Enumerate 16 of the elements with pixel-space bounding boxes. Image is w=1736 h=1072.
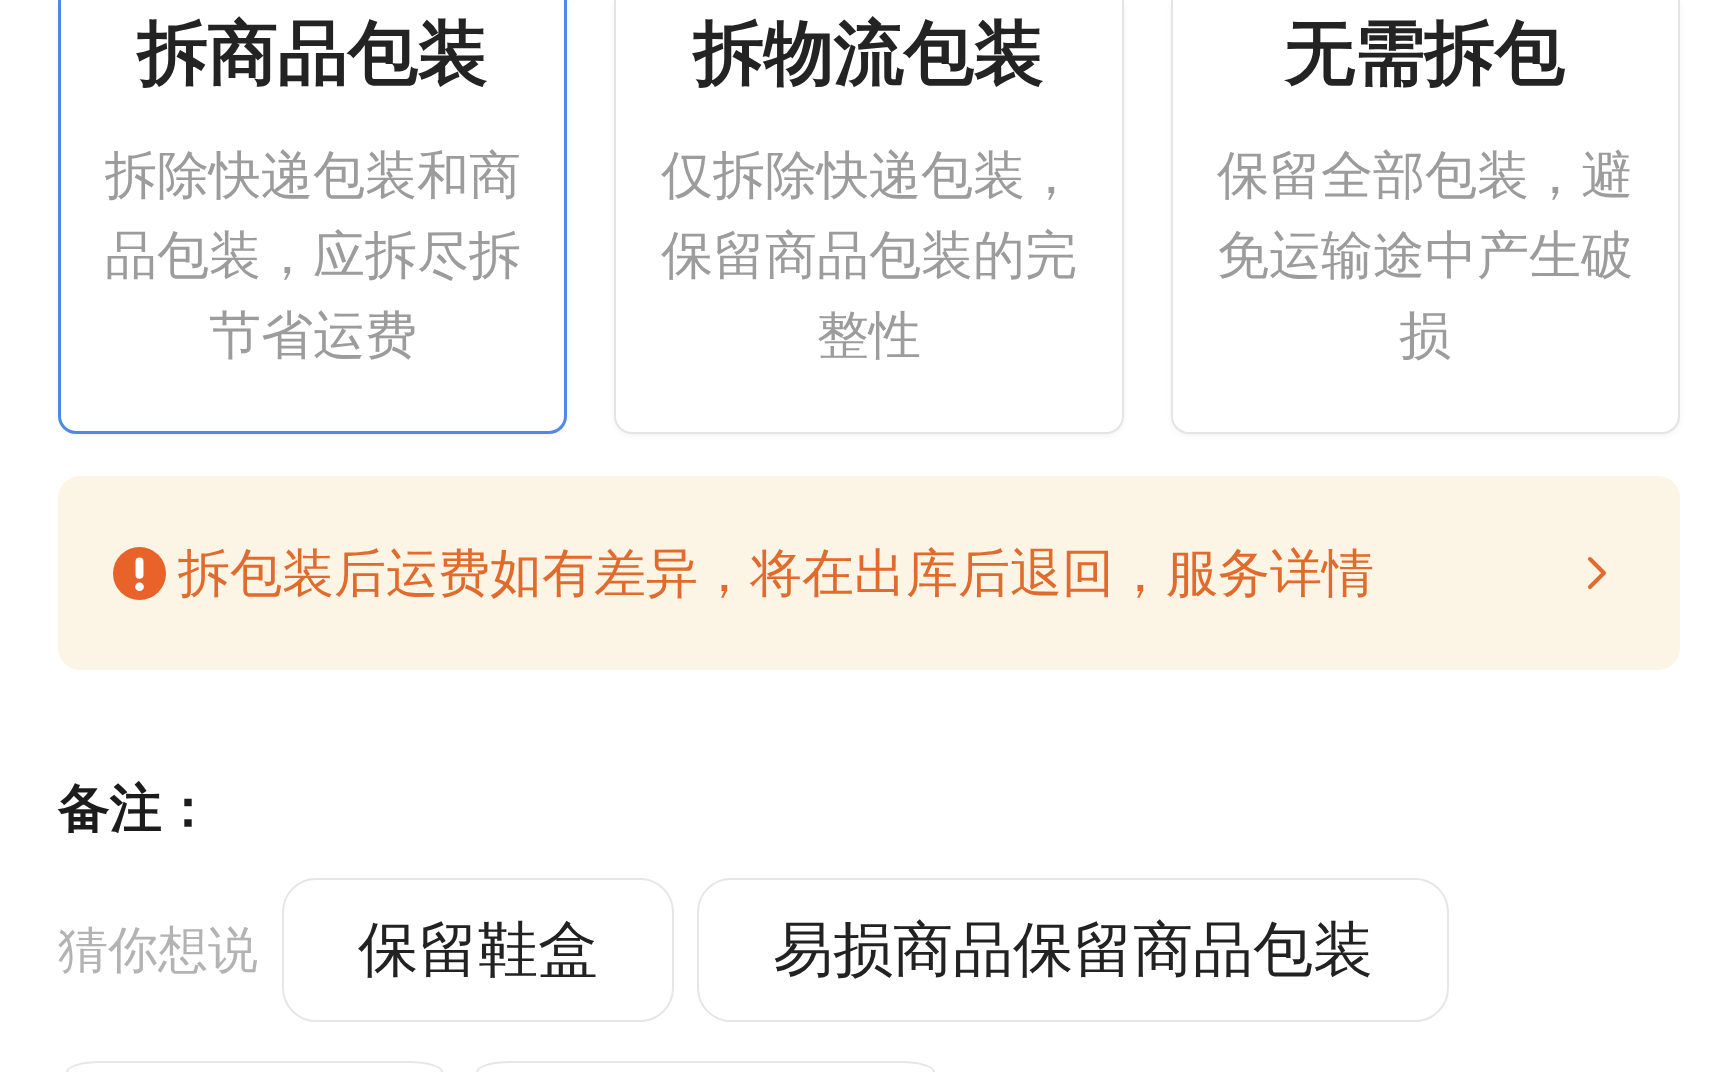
option-description: 保留全部包装，避免运输途中产生破损: [1216, 144, 1635, 367]
option-title: 拆商品包装: [137, 13, 488, 93]
option-title: 拆物流包装: [694, 13, 1044, 93]
option-card[interactable]: 拆商品包装 拆除快递包装和商品包装，应拆尽拆节省运费: [58, 0, 568, 434]
suggestion-chip[interactable]: 保留鞋盒: [282, 878, 674, 1022]
suggestion-chip[interactable]: 易损商品保留商品包装: [697, 878, 1449, 1022]
option-card[interactable]: 无需拆包 保留全部包装，避免运输途中产生破损: [1170, 0, 1680, 434]
notice-text: 拆包装后运费如有差异，将在出库后退回，服务详情: [178, 542, 1374, 605]
option-description: 仅拆除快递包装，保留商品包装的完整性: [660, 144, 1078, 367]
suggestions-label: 猜你想说: [58, 920, 258, 980]
option-title: 无需拆包: [1285, 13, 1566, 93]
remarks-label: 备注：: [58, 778, 214, 838]
option-card[interactable]: 拆物流包装 仅拆除快递包装，保留商品包装的完整性: [614, 0, 1124, 434]
warning-icon: [113, 546, 166, 600]
chevron-right-icon: [1587, 556, 1607, 590]
option-description: 拆除快递包装和商品包装，应拆尽拆节省运费: [103, 144, 522, 367]
